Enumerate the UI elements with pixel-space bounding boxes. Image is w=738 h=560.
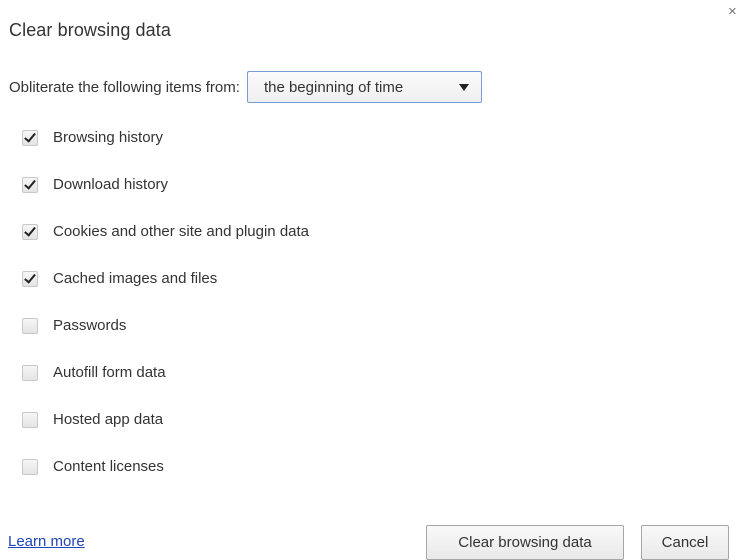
time-range-select[interactable]: the beginning of time	[246, 71, 482, 103]
checkbox-autofill[interactable]: Autofill form data	[22, 361, 309, 408]
checkbox-cached-images[interactable]: Cached images and files	[22, 267, 309, 314]
time-range-label: Obliterate the following items from:	[9, 78, 240, 96]
checkbox-hosted-app-data[interactable]: Hosted app data	[22, 408, 309, 455]
checkbox-download-history[interactable]: Download history	[22, 173, 309, 220]
checkbox[interactable]	[22, 412, 38, 428]
checkbox[interactable]	[22, 224, 38, 240]
checkbox-cookies[interactable]: Cookies and other site and plugin data	[22, 220, 309, 267]
checkbox[interactable]	[22, 130, 38, 146]
time-range-row: Obliterate the following items from: the…	[9, 70, 482, 104]
learn-more-link[interactable]: Learn more	[8, 533, 85, 550]
checkbox-content-licenses[interactable]: Content licenses	[22, 455, 309, 502]
checkbox-label: Content licenses	[53, 458, 164, 475]
checkbox-label: Autofill form data	[53, 364, 166, 381]
checkbox-label: Cached images and files	[53, 270, 218, 287]
checkbox-browsing-history[interactable]: Browsing history	[22, 126, 309, 173]
dropdown-arrow-icon	[458, 84, 469, 91]
checkbox[interactable]	[22, 365, 38, 381]
checkbox[interactable]	[22, 271, 38, 287]
checkbox[interactable]	[22, 177, 38, 193]
data-type-checklist: Browsing history Download history Cookie…	[22, 126, 309, 502]
checkbox-label: Cookies and other site and plugin data	[53, 223, 310, 240]
checkbox[interactable]	[22, 459, 38, 475]
checkbox-passwords[interactable]: Passwords	[22, 314, 309, 361]
clear-browsing-data-button[interactable]: Clear browsing data	[426, 525, 624, 560]
checkbox-label: Passwords	[53, 317, 127, 334]
dialog-title: Clear browsing data	[9, 20, 171, 40]
cancel-button[interactable]: Cancel	[641, 525, 729, 560]
checkbox-label: Hosted app data	[53, 411, 164, 428]
checkbox-label: Download history	[53, 176, 169, 193]
checkbox-label: Browsing history	[53, 129, 164, 146]
close-icon[interactable]: ×	[728, 4, 738, 20]
time-range-selected-value: the beginning of time	[263, 78, 404, 96]
checkbox[interactable]	[22, 318, 38, 334]
